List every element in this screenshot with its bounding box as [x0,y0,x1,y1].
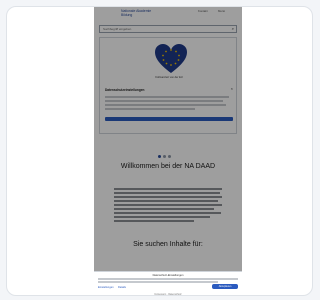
bottom-sheet-text-line [98,281,218,283]
cookie-consent-modal: Kofinanziert von der EU Datenschutzeinst… [99,37,237,134]
carousel-dot[interactable] [163,155,166,158]
carousel-dots [158,145,173,163]
paragraph-line [114,216,210,218]
paragraph-line [114,196,222,198]
search-placeholder: Suchbegriff eingeben [103,27,132,31]
carousel-dot[interactable] [158,155,161,158]
site-header: Nationale Akademie Bildung Kontakt Menü [94,7,242,22]
modal-text-line [105,100,223,102]
screenshot-card: Nationale Akademie Bildung Kontakt Menü … [6,6,313,296]
paragraph-line [114,204,222,206]
modal-title: Datenschutzeinstellungen [105,88,145,92]
paragraph-line [114,200,218,202]
paragraph-line [114,192,220,194]
accept-button[interactable]: Akzeptieren [212,284,238,289]
search-input[interactable]: Suchbegriff eingeben ⌕ [99,25,237,33]
close-icon[interactable]: × [231,86,233,91]
legal-footer[interactable]: Impressum · Datenschutz [94,293,242,295]
paragraph-line [114,188,222,190]
modal-text-line [105,104,226,106]
welcome-heading: Willkommen bei der NA DAAD [120,163,216,170]
eu-funding-caption: Kofinanziert von der EU [155,76,183,79]
nav-link-menu[interactable]: Menü [218,9,225,13]
bottom-sheet-title: Datenschutz-Einstellungen [152,274,184,277]
phone-viewport: Nationale Akademie Bildung Kontakt Menü … [94,7,242,295]
paragraph-line [114,220,194,222]
bottom-sheet-text-line [98,278,238,280]
settings-link[interactable]: Einstellungen [98,286,114,289]
modal-text-line [105,108,195,110]
search-icon[interactable]: ⌕ [232,26,234,32]
cookie-bottom-sheet: Datenschutz-Einstellungen Einstellungen … [94,271,242,295]
modal-text-line [105,96,229,98]
nav-link-contact[interactable]: Kontakt [198,9,208,13]
site-logo-subtitle: Bildung [121,13,133,17]
content-search-heading: Sie suchen Inhalte für: [133,241,203,248]
carousel-dot[interactable] [168,155,171,158]
paragraph-line [114,212,221,214]
paragraph-line [114,208,214,210]
details-link[interactable]: Details [118,286,126,289]
eu-heart-icon [155,44,187,73]
accept-all-button[interactable] [105,117,233,121]
